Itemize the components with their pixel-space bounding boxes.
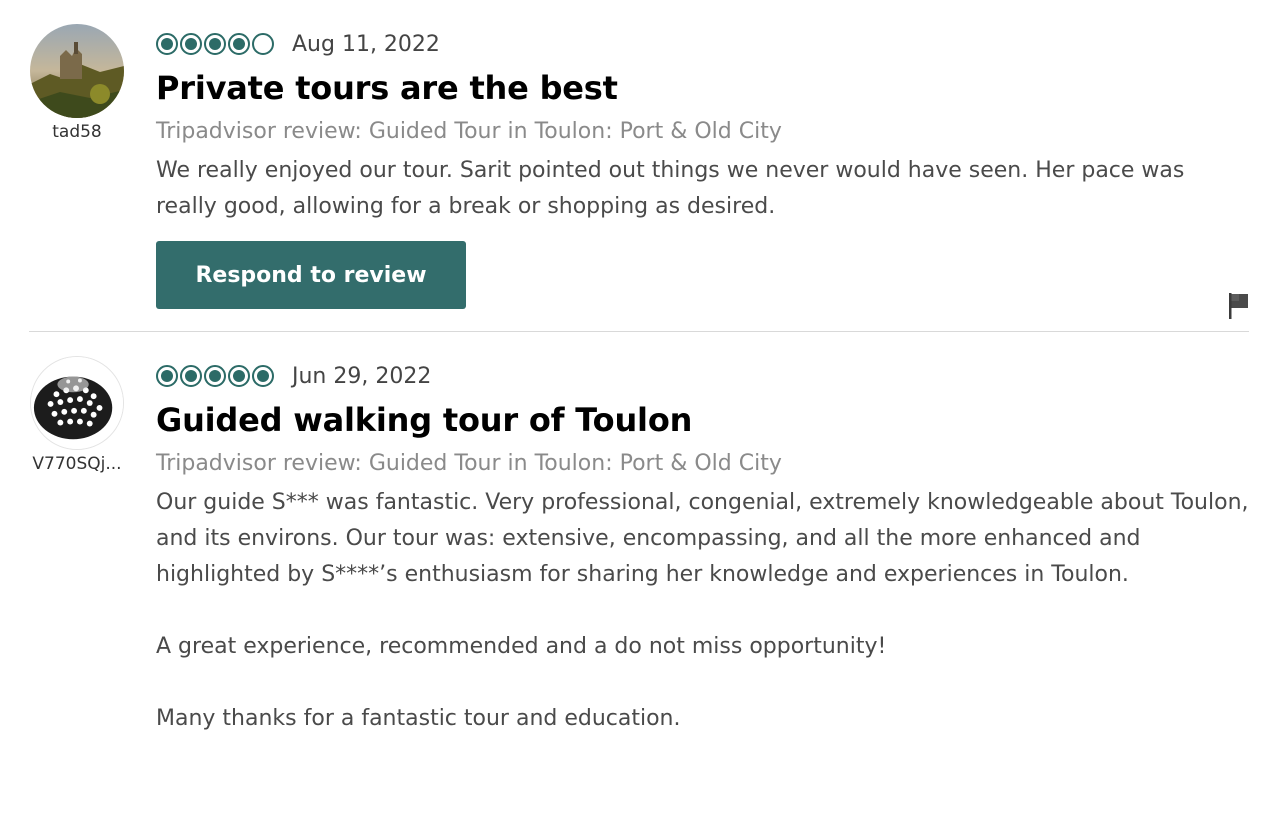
review-card: V770SQj... Jun 29, 2022 Guided walking t… [0,332,1274,737]
respond-to-review-button[interactable]: Respond to review [156,241,466,309]
avatar[interactable] [30,24,124,118]
username[interactable]: tad58 [52,122,102,142]
rating-row: Jun 29, 2022 [156,355,1250,397]
review-paragraph: We really enjoyed our tour. Sarit pointe… [156,158,1185,219]
review-source: Tripadvisor review: Guided Tour in Toulo… [156,451,782,476]
review-card: tad58 Aug 11, 2022 Private tours are the… [0,0,1274,331]
rating-bubble-icon [252,33,274,55]
rating-row: Aug 11, 2022 [156,23,1250,65]
review-paragraph: Many thanks for a fantastic tour and edu… [156,706,681,731]
review-date: Jun 29, 2022 [292,363,432,389]
flag-icon[interactable] [1228,292,1250,320]
rating-bubble-icon [156,33,178,55]
review-body: We really enjoyed our tour. Sarit pointe… [156,153,1250,225]
rating-bubble-icon [228,33,250,55]
review-source: Tripadvisor review: Guided Tour in Toulo… [156,119,782,144]
bubble-rating [156,365,274,387]
rating-bubble-icon [180,365,202,387]
username[interactable]: V770SQj... [32,454,121,474]
review-title: Private tours are the best [156,69,618,107]
review-content: Aug 11, 2022 Private tours are the best … [156,24,1250,331]
review-paragraph: A great experience, recommended and a do… [156,634,887,659]
review-content: Jun 29, 2022 Guided walking tour of Toul… [156,356,1250,737]
reviewer: tad58 [29,24,125,331]
rating-bubble-icon [252,365,274,387]
reviewer: V770SQj... [29,356,125,737]
review-paragraph: Our guide S*** was fantastic. Very profe… [156,490,1249,587]
avatar[interactable] [30,356,124,450]
bubble-rating [156,33,274,55]
rating-bubble-icon [180,33,202,55]
rating-bubble-icon [204,33,226,55]
rating-bubble-icon [156,365,178,387]
review-body: Our guide S*** was fantastic. Very profe… [156,485,1250,737]
review-date: Aug 11, 2022 [292,31,440,57]
review-title: Guided walking tour of Toulon [156,401,693,439]
rating-bubble-icon [228,365,250,387]
rating-bubble-icon [204,365,226,387]
